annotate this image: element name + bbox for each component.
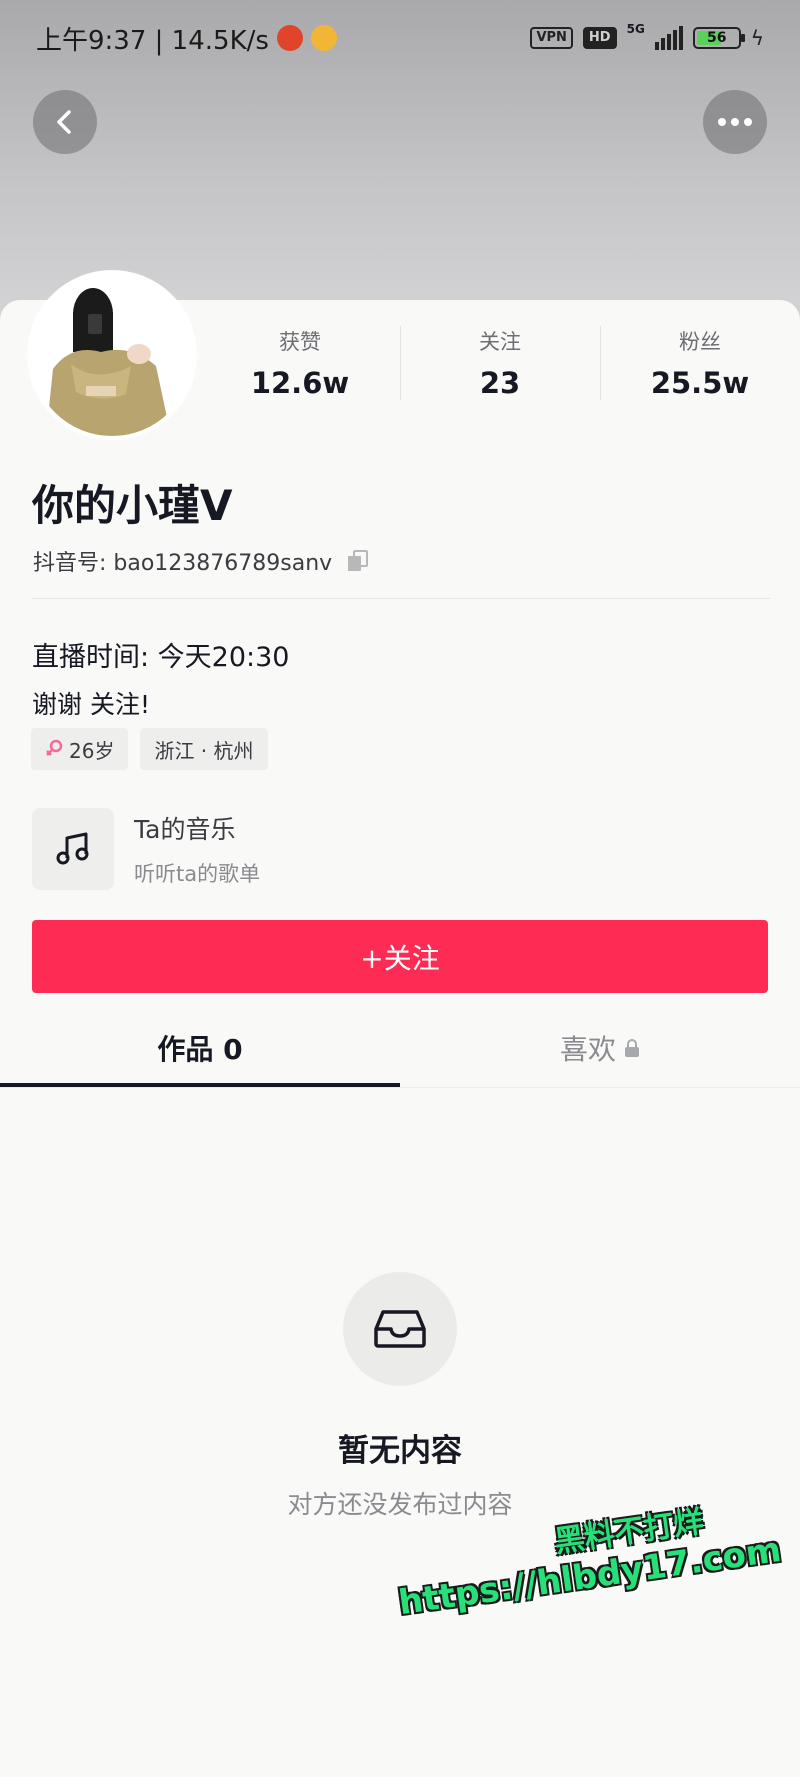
stat-followers-label: 粉丝 xyxy=(679,330,721,354)
age-text: 26岁 xyxy=(69,738,115,763)
music-text: Ta的音乐 听听ta的歌单 xyxy=(134,810,260,888)
music-icon-box xyxy=(32,808,114,890)
status-bar: 上午9:37 | 14.5K/s VPN HD 5G 56 ϟ xyxy=(0,0,800,76)
douyin-id: 抖音号: bao123876789sanv xyxy=(33,551,333,576)
music-note-icon xyxy=(56,832,89,865)
vpn-indicator: VPN xyxy=(530,27,573,49)
stat-followers[interactable]: 粉丝 25.5w xyxy=(600,318,800,408)
stat-followers-value: 25.5w xyxy=(650,366,750,400)
tab-divider xyxy=(0,1087,800,1088)
weibo-icon xyxy=(310,25,337,51)
stat-following-label: 关注 xyxy=(479,330,521,354)
empty-state-icon-container xyxy=(343,1272,457,1386)
status-right: VPN HD 5G 56 ϟ xyxy=(530,22,764,50)
location-tag: 浙江 · 杭州 xyxy=(140,728,268,770)
music-entry[interactable]: Ta的音乐 听听ta的歌单 xyxy=(32,808,260,890)
profile-name: 你的小瑾V xyxy=(32,481,233,530)
network-type: 5G xyxy=(626,22,645,36)
back-button[interactable] xyxy=(33,90,97,154)
female-icon xyxy=(46,739,63,756)
stat-following[interactable]: 关注 23 xyxy=(400,318,600,408)
battery-level: 56 xyxy=(707,30,727,46)
charging-icon: ϟ xyxy=(750,26,764,50)
content-tabs: 作品 0 喜欢 xyxy=(0,1010,800,1086)
hd-indicator: HD xyxy=(582,27,617,49)
inbox-icon xyxy=(374,1310,426,1348)
music-subtitle: 听听ta的歌单 xyxy=(134,862,261,886)
stat-likes-value: 12.6w xyxy=(250,366,350,400)
stat-likes[interactable]: 获赞 12.6w xyxy=(200,318,400,408)
avatar-image xyxy=(31,274,193,436)
lock-icon xyxy=(625,1039,639,1057)
status-time-speed: 上午9:37 | 14.5K/s xyxy=(36,25,269,56)
tab-likes-label: 喜欢 xyxy=(559,1033,616,1066)
tab-works-label: 作品 0 xyxy=(157,1033,243,1066)
bio-live-time: 直播时间: 今天20:30 xyxy=(32,642,290,673)
avatar[interactable] xyxy=(27,270,197,440)
profile-stats: 获赞 12.6w 关注 23 粉丝 25.5w xyxy=(200,318,800,408)
follow-button[interactable]: +关注 xyxy=(32,920,768,993)
profile-tags: 26岁 浙江 · 杭州 xyxy=(31,728,268,770)
status-left: 上午9:37 | 14.5K/s xyxy=(36,20,337,57)
age-tag: 26岁 xyxy=(31,728,129,770)
bio-thanks: 谢谢 关注! xyxy=(32,690,150,719)
tab-works[interactable]: 作品 0 xyxy=(0,1010,400,1086)
signal-icon xyxy=(654,26,683,50)
douyin-id-row: 抖音号: bao123876789sanv xyxy=(33,545,370,577)
copy-icon[interactable] xyxy=(346,549,370,573)
location-text: 浙江 · 杭州 xyxy=(154,738,254,763)
empty-state-title: 暂无内容 xyxy=(338,1433,462,1469)
tab-likes[interactable]: 喜欢 xyxy=(400,1010,800,1086)
divider xyxy=(32,598,770,599)
music-title: Ta的音乐 xyxy=(134,815,236,844)
stat-following-value: 23 xyxy=(479,366,521,400)
more-icon xyxy=(718,118,752,126)
back-icon xyxy=(57,110,71,134)
battery-icon: 56 xyxy=(692,27,745,49)
notification-app-icon xyxy=(276,25,303,51)
more-button[interactable] xyxy=(703,90,767,154)
stat-likes-label: 获赞 xyxy=(279,330,321,354)
